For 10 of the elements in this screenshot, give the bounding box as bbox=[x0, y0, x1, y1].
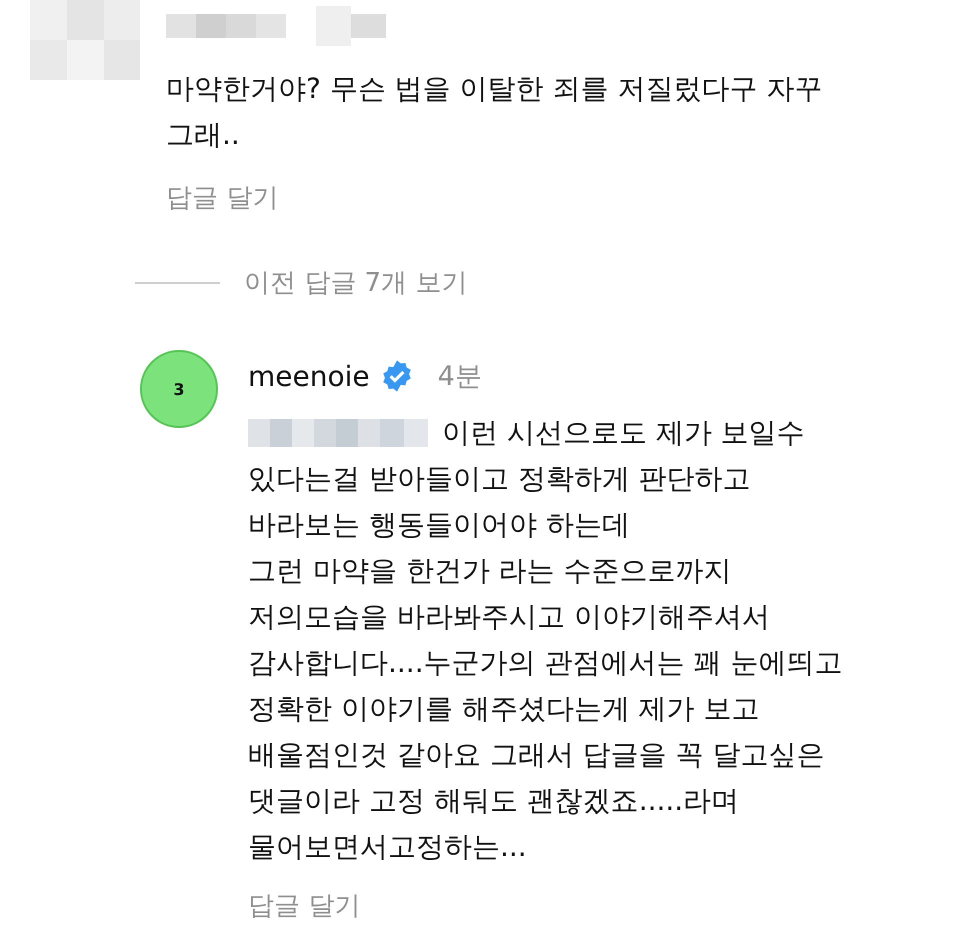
timestamp: 4분 bbox=[438, 360, 482, 394]
comment-text: 그래.. bbox=[166, 117, 241, 153]
username[interactable]: meenoie bbox=[248, 360, 370, 392]
comment-text: 이런 시선으로도 제가 보일수 bbox=[442, 415, 805, 451]
reply-link[interactable]: 답글 달기 bbox=[166, 180, 278, 215]
comment-text: 마약한거야? 무슨 법을 이탈한 죄를 저질렀다구 자꾸 bbox=[166, 71, 822, 107]
view-replies-link[interactable]: 이전 답글 7개 보기 bbox=[244, 265, 468, 300]
reply-link[interactable]: 답글 달기 bbox=[248, 888, 360, 923]
comment-text: 있다는걸 받아들이고 정확하게 판단하고 바라보는 행동들이어야 하는데 그런 마약을 한건가 라는 수준으로까지 저의모습을 바라봐주시고 이야기해주셔서 감사합니다....누군가의 관점에서는 꽤 눈에띄고 정확한 이야기를 해주셨다는게 제가 보고 배울점인것 같아요 그래서 답글을 꼭 달고싶은 댓글이라 고정 해둬도 괜찮겠죠.....라며 물어보면서고정하는... bbox=[248, 461, 842, 865]
avatar[interactable]: 3 bbox=[140, 350, 218, 428]
